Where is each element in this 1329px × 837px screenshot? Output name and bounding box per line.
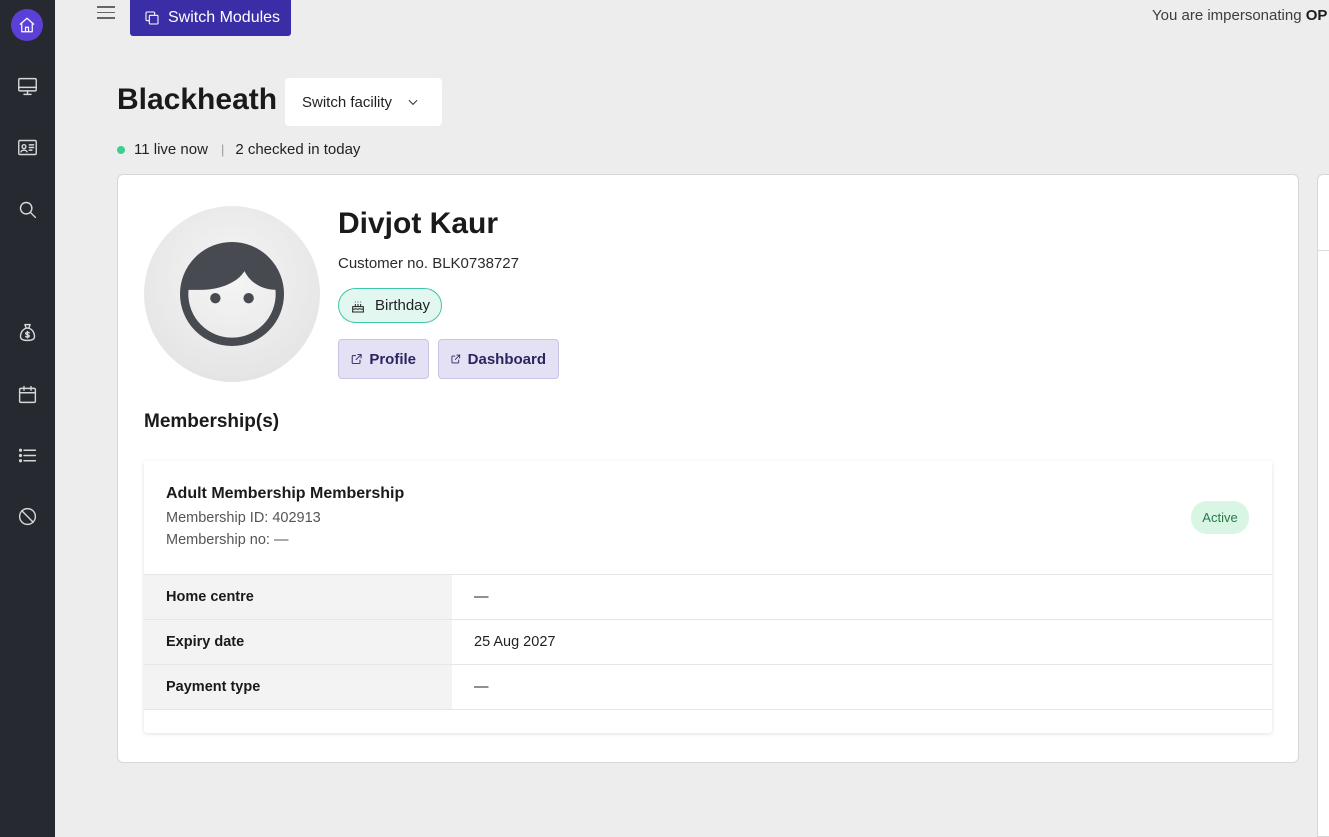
customer-number: Customer no. BLK0738727 <box>338 255 519 272</box>
id-card-icon[interactable] <box>15 135 40 160</box>
dashboard-button-label: Dashboard <box>467 350 546 368</box>
switch-modules-label: Switch Modules <box>168 9 281 26</box>
status-badge: Active <box>1191 501 1249 534</box>
stats-separator: | <box>220 142 225 157</box>
impersonation-notice: You are impersonating OP <box>1152 7 1327 24</box>
impersonated-user: OP <box>1305 7 1328 24</box>
table-row: Home centre — <box>144 574 1272 620</box>
side-panel <box>1317 174 1329 837</box>
table-row: Expiry date 25 Aug 2027 <box>144 619 1272 665</box>
row-value: — <box>474 679 489 695</box>
row-value: 25 Aug 2027 <box>474 634 556 650</box>
membership-id: Membership ID: 402913 <box>166 510 321 526</box>
side-panel-divider <box>1317 250 1329 251</box>
table-row: Payment type — <box>144 664 1272 710</box>
menu-toggle-icon[interactable] <box>97 6 115 22</box>
external-link-icon <box>451 354 461 364</box>
row-value: — <box>474 589 489 605</box>
live-now-count: 11 live now <box>134 141 208 158</box>
switch-facility-dropdown[interactable]: Switch facility <box>285 78 442 126</box>
live-status-dot <box>117 145 125 154</box>
profile-button[interactable]: Profile <box>338 339 429 379</box>
live-stats: 11 live now | 2 checked in today <box>117 141 360 158</box>
customer-name: Divjot Kaur <box>338 207 499 240</box>
copy-icon <box>145 11 159 25</box>
row-label: Home centre <box>144 574 452 620</box>
monitor-icon[interactable] <box>15 74 40 99</box>
impersonation-text: You are impersonating <box>1152 7 1302 24</box>
membership-name: Adult Membership Membership <box>166 485 405 502</box>
switch-modules-button[interactable]: Switch Modules <box>130 0 291 36</box>
dashboard-button[interactable]: Dashboard <box>438 339 559 379</box>
facility-title: Blackheath <box>117 83 278 116</box>
row-label: Payment type <box>144 664 452 710</box>
list-icon[interactable] <box>15 443 40 468</box>
block-icon[interactable] <box>15 504 40 529</box>
chevron-down-icon <box>408 99 418 106</box>
membership-card: Adult Membership Membership Membership I… <box>144 461 1272 733</box>
external-link-icon <box>351 354 362 364</box>
switch-facility-label: Switch facility <box>302 93 393 111</box>
avatar <box>144 206 320 382</box>
memberships-section-title: Membership(s) <box>144 411 280 432</box>
birthday-badge: Birthday <box>338 288 443 323</box>
birthday-badge-label: Birthday <box>375 297 431 314</box>
money-bag-icon[interactable] <box>15 320 40 345</box>
cake-icon <box>352 301 364 312</box>
calendar-icon[interactable] <box>15 382 40 407</box>
membership-details-table: Home centre — Expiry date 25 Aug 2027 Pa… <box>144 574 1272 710</box>
search-icon[interactable] <box>15 197 40 222</box>
home-icon[interactable] <box>11 9 43 41</box>
membership-number: Membership no: — <box>166 532 289 548</box>
row-label: Expiry date <box>144 619 452 665</box>
customer-card: Divjot Kaur Customer no. BLK0738727 Birt… <box>117 174 1299 763</box>
profile-button-label: Profile <box>369 350 416 368</box>
user-avatar-icon <box>180 242 284 346</box>
sidebar <box>0 0 55 837</box>
checked-in-count: 2 checked in today <box>235 141 361 158</box>
